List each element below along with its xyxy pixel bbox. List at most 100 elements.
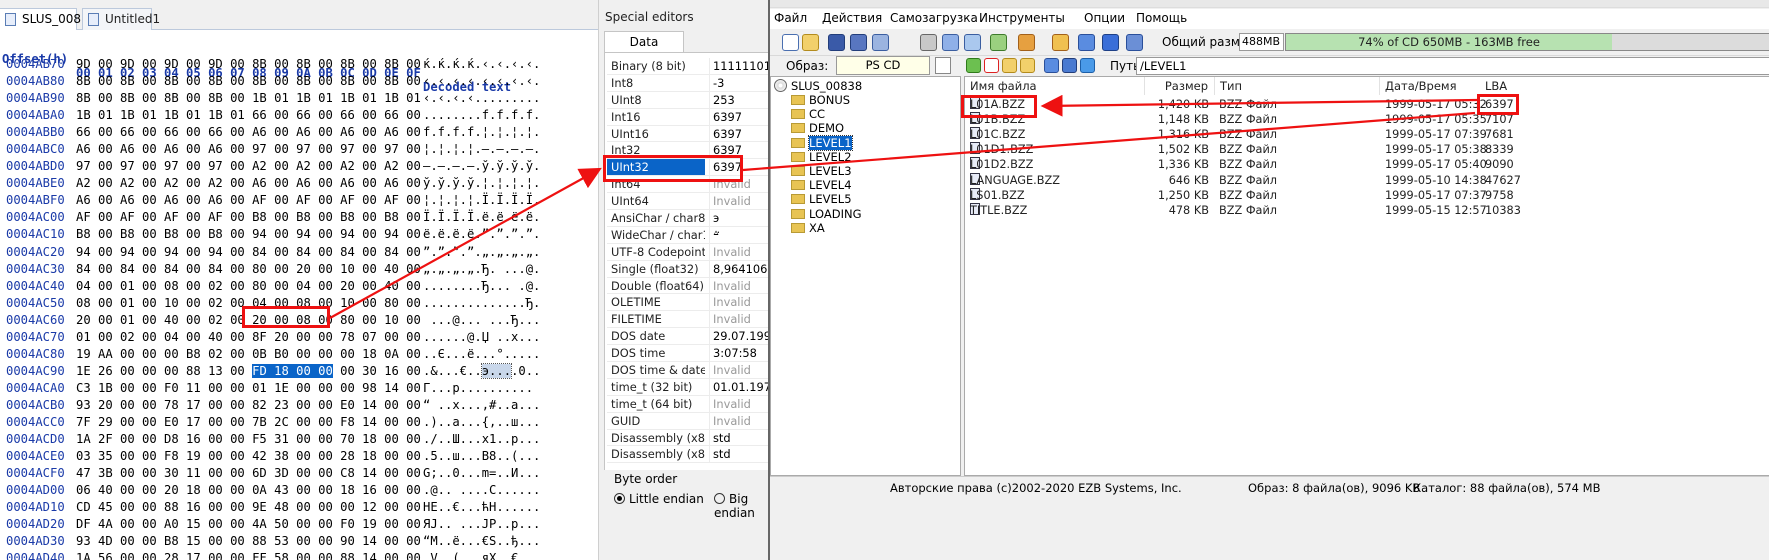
extract-icon[interactable] xyxy=(1052,34,1069,51)
inspector-value[interactable]: 6397 xyxy=(709,142,768,159)
hex-row[interactable]: 0004ABB0 66 00 66 00 66 00 66 00 A6 00 A6… xyxy=(0,124,540,141)
inspector-value[interactable]: 6397 xyxy=(709,125,768,142)
exit-icon[interactable] xyxy=(1126,34,1143,51)
inspector-value[interactable]: std xyxy=(709,446,768,463)
file-row[interactable]: L01C.BZZ 1,316 KB BZZ Файл 1999-05-17 07:39… xyxy=(965,127,1769,142)
hex-row[interactable]: 0004AD00 06 40 00 00 20 18 00 00 0A 43 00… xyxy=(0,482,540,499)
row-decoded-text[interactable]: Ї.Ї.Ї.Ї.ё.ё.ё.ё. xyxy=(423,209,540,226)
inspector-row[interactable]: UInt16 6397 xyxy=(607,125,768,143)
row-bytes[interactable]: 8B 00 8B 00 8B 00 8B 00 1B 01 1B 01 1B 0… xyxy=(76,90,421,107)
row-decoded-text[interactable]: ё.ё.ё.ё.”.”.”.”. xyxy=(423,226,540,243)
row-bytes[interactable]: 04 00 01 00 08 00 02 00 80 00 04 00 20 0… xyxy=(76,278,421,295)
row-decoded-text[interactable]: ........Ђ... .@. xyxy=(423,278,540,295)
file-list[interactable]: Имя файла Размер Тип Дата/Время LBA L01A… xyxy=(964,76,1769,476)
little-endian-radio[interactable]: Little endian xyxy=(614,492,704,506)
hex-row[interactable]: 0004AB80 8B 00 8B 00 8B 00 8B 00 8B 00 8B… xyxy=(0,73,540,90)
menu-item[interactable]: Самозагрузка xyxy=(890,11,978,25)
row-bytes[interactable]: 1A 2F 00 00 D8 16 00 00 F5 31 00 00 70 1… xyxy=(76,431,421,448)
row-decoded-text[interactable]: “ ..x...‚#..а... xyxy=(423,397,540,414)
row-bytes[interactable]: A6 00 A6 00 A6 00 A6 00 97 00 97 00 97 0… xyxy=(76,141,421,158)
file-row[interactable]: L01D1.BZZ 1,502 KB BZZ Файл 1999-05-17 05:3… xyxy=(965,142,1769,157)
mount-icon[interactable] xyxy=(942,34,959,51)
hex-rows[interactable]: 0004AB70 9D 00 9D 00 9D 00 9D 00 8B 00 8B… xyxy=(0,56,540,560)
image-properties-button[interactable] xyxy=(935,57,951,74)
inspector-value[interactable]: Invalid xyxy=(709,412,768,429)
row-decoded-text[interactable]: f.f.f.f.¦.¦.¦.¦. xyxy=(423,124,540,141)
tree-folder[interactable]: LEVEL3 xyxy=(791,164,852,178)
inspector-value[interactable]: 253 xyxy=(709,91,768,108)
inspector-value[interactable]: 6397 xyxy=(709,159,768,176)
tree-folder[interactable]: LOADING xyxy=(791,207,861,221)
row-bytes[interactable]: DF 4A 00 00 A0 15 00 00 4A 50 00 00 F0 1… xyxy=(76,516,421,533)
hex-row[interactable]: 0004ABD0 97 00 97 00 97 00 97 00 A2 00 A2… xyxy=(0,158,540,175)
folder-tree[interactable]: SLUS_00838 BONUS CC DEMO LEVEL1 LEVEL2 LEVEL3 L… xyxy=(770,76,961,476)
inspector-row[interactable]: AnsiChar / char8_t э xyxy=(607,210,768,227)
data-inspector-grid[interactable]: Binary (8 bit) 11111101 Int8 -3 UInt8 253 Int1… xyxy=(607,58,768,464)
row-bytes[interactable]: AF 00 AF 00 AF 00 AF 00 B8 00 B8 00 B8 0… xyxy=(76,209,421,226)
file-row[interactable]: L01A.BZZ 1,420 KB BZZ Файл 1999-05-17 05:32… xyxy=(965,97,1769,112)
row-bytes[interactable]: 9D 00 9D 00 9D 00 9D 00 8B 00 8B 00 8B 0… xyxy=(76,56,421,73)
open-icon[interactable] xyxy=(802,34,819,51)
inspector-row[interactable]: Binary (8 bit) 11111101 xyxy=(607,58,768,75)
menu-item[interactable]: Помощь xyxy=(1136,11,1187,25)
inspector-row[interactable]: Single (float32) 8,964106276 xyxy=(607,260,768,278)
row-decoded-text[interactable]: .@.. ....C...... xyxy=(423,482,540,499)
row-decoded-text[interactable]: ќ.ќ.ќ.ќ.‹.‹.‹.‹. xyxy=(423,56,540,73)
tree-folder[interactable]: CC xyxy=(791,107,825,121)
new-icon[interactable] xyxy=(782,34,799,51)
properties-icon[interactable] xyxy=(872,34,889,51)
tree-folder[interactable]: LEVEL4 xyxy=(791,178,852,192)
row-decoded-text[interactable]: .&...€..э....0.. xyxy=(423,362,540,380)
row-bytes[interactable]: 1A 56 00 00 28 17 00 00 FF 58 00 00 88 1… xyxy=(76,550,421,560)
hex-row[interactable]: 0004ABC0 A6 00 A6 00 A6 00 A6 00 97 00 97… xyxy=(0,141,540,158)
inspector-value[interactable]: Invalid xyxy=(709,193,768,210)
inspector-row[interactable]: FILETIME Invalid xyxy=(607,311,768,329)
row-decoded-text[interactable]: —.—.—.—.ў.ў.ў.ў. xyxy=(423,158,540,175)
hex-row[interactable]: 0004AC00 AF 00 AF 00 AF 00 AF 00 B8 00 B8… xyxy=(0,209,540,226)
inspector-value[interactable]: 01.01.1970 1 xyxy=(709,378,768,395)
inspector-row[interactable]: Int32 6397 xyxy=(607,142,768,160)
image-type-select[interactable]: PS CD xyxy=(836,56,930,75)
row-decoded-text[interactable]: ...@... ...Ђ... xyxy=(423,312,540,329)
compress-icon[interactable] xyxy=(964,34,981,51)
hex-row[interactable]: 0004ABA0 1B 01 1B 01 1B 01 1B 01 66 00 66… xyxy=(0,107,540,124)
col-header-name[interactable]: Имя файла xyxy=(965,77,1145,95)
new-folder-icon[interactable] xyxy=(1002,58,1017,73)
file-row[interactable]: LANGUAGE.BZZ 646 KB BZZ Файл 1999-05-10 14:… xyxy=(965,172,1769,188)
row-decoded-text[interactable]: .)..а...{,..ш... xyxy=(423,414,540,431)
hex-row[interactable]: 0004AC40 04 00 01 00 08 00 02 00 80 00 04… xyxy=(0,278,540,295)
row-decoded-text[interactable]: G;..0...m=..И... xyxy=(423,465,540,482)
menu-item[interactable]: Инструменты xyxy=(979,11,1065,25)
row-decoded-text[interactable]: ¦.¦.¦.¦.—.—.—.—. xyxy=(423,141,540,158)
tab-data-inspector[interactable]: Data inspector xyxy=(604,31,684,69)
inspector-value[interactable]: std xyxy=(709,429,768,446)
col-header-size[interactable]: Размер xyxy=(1145,77,1215,95)
hex-row[interactable]: 0004AC60 20 00 01 00 40 00 02 00 20 00 08… xyxy=(0,312,540,329)
row-bytes[interactable]: A6 00 A6 00 A6 00 A6 00 AF 00 AF 00 AF 0… xyxy=(76,192,421,209)
save-as-icon[interactable] xyxy=(850,34,867,51)
inspector-value[interactable]: -3 xyxy=(709,74,768,91)
hex-row[interactable]: 0004AD40 1A 56 00 00 28 17 00 00 FF 58 00… xyxy=(0,550,540,560)
row-decoded-text[interactable]: ЯJ.. ...JP..р... xyxy=(423,516,540,533)
tree-folder[interactable]: DEMO xyxy=(791,121,844,135)
inspector-value[interactable]: 11111101 xyxy=(709,58,768,74)
path-field[interactable]: /LEVEL1 xyxy=(1136,57,1769,75)
inspector-row[interactable]: time_t (64 bit) Invalid xyxy=(607,395,768,413)
hex-row[interactable]: 0004ACF0 47 3B 00 00 30 11 00 00 6D 3D 00… xyxy=(0,465,540,482)
hex-row[interactable]: 0004ABF0 A6 00 A6 00 A6 00 A6 00 AF 00 AF… xyxy=(0,192,540,209)
row-decoded-text[interactable]: ”.”.”.”.„.„.„.„. xyxy=(423,244,540,261)
inspector-row[interactable]: UTF-8 Codepoint Invalid xyxy=(607,243,768,261)
row-bytes[interactable]: 1B 01 1B 01 1B 01 1B 01 66 00 66 00 66 0… xyxy=(76,107,421,124)
hex-row[interactable]: 0004AC50 08 00 01 00 10 00 02 00 04 00 08… xyxy=(0,295,540,312)
file-row[interactable]: L01B.BZZ 1,148 KB BZZ Файл 1999-05-17 05:35… xyxy=(965,112,1769,127)
row-bytes[interactable]: 66 00 66 00 66 00 66 00 A6 00 A6 00 A6 0… xyxy=(76,124,421,141)
inspector-value[interactable]: Invalid xyxy=(709,176,768,193)
hex-row[interactable]: 0004AB90 8B 00 8B 00 8B 00 8B 00 1B 01 1B… xyxy=(0,90,540,107)
menu-item[interactable]: Опции xyxy=(1084,11,1125,25)
inspector-row[interactable]: DOS date 29.07.1992 xyxy=(607,328,768,346)
inspector-value[interactable]: 29.07.1992 xyxy=(709,328,768,345)
file-row[interactable]: TITLE.BZZ 478 KB BZZ Файл 1999-05-15 12:57 1… xyxy=(965,202,1769,218)
row-bytes[interactable]: 19 AA 00 00 00 B8 02 00 0B B0 00 00 00 1… xyxy=(76,346,421,363)
row-bytes[interactable]: CD 45 00 00 88 16 00 00 9E 48 00 00 00 1… xyxy=(76,499,421,516)
row-decoded-text[interactable]: ..Є...ё...°..... xyxy=(423,346,540,363)
